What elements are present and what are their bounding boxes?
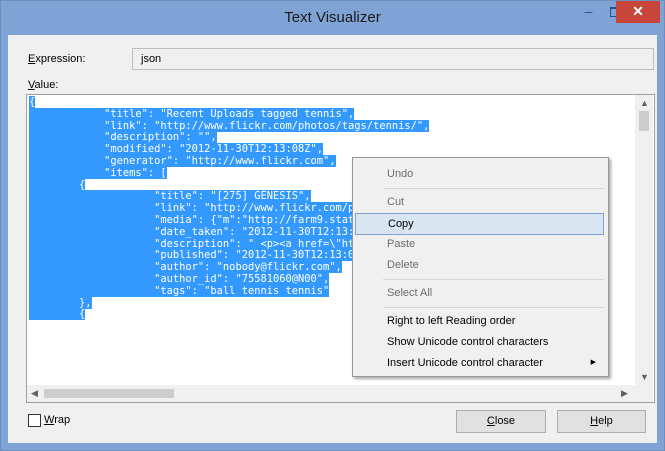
wrap-label[interactable]: Wrap <box>44 414 70 426</box>
code-line: "title": "Recent Uploads tagged tennis", <box>29 107 355 120</box>
submenu-arrow-icon: ▶ <box>590 359 596 366</box>
code-line: "tags": "ball tennis tennis" <box>29 284 330 297</box>
horizontal-scroll-thumb[interactable] <box>44 389 174 398</box>
close-icon: ✕ <box>632 3 644 19</box>
minimize-button[interactable]: – <box>575 1 602 23</box>
code-line: "link": "http://www.flickr.com/photos/ta… <box>29 119 430 132</box>
code-line: "generator": "http://www.flickr.com", <box>29 154 336 167</box>
code-line: "published": "2012-11-30T12:13:08Z", <box>29 249 380 262</box>
expression-field[interactable]: json <box>132 48 654 70</box>
menu-item-copy[interactable]: Copy <box>355 213 604 235</box>
menu-item-undo[interactable]: Undo <box>355 164 604 184</box>
vertical-scroll-thumb[interactable] <box>639 111 649 131</box>
code-line: "title": "[275] GÉNESIS", <box>29 190 311 203</box>
menu-item-paste[interactable]: Paste <box>355 234 604 254</box>
scrollbar-corner <box>635 385 653 402</box>
code-line: { <box>29 308 86 321</box>
code-line: "modified": "2012-11-30T12:13:08Z", <box>29 143 324 156</box>
menu-item-cut[interactable]: Cut <box>355 192 604 212</box>
close-window-button[interactable]: ✕ <box>616 1 660 23</box>
code-line: "description": "", <box>29 131 217 144</box>
code-line: { <box>29 178 86 191</box>
minimize-icon: – <box>584 3 593 19</box>
scroll-down-icon[interactable]: ▼ <box>640 372 649 382</box>
expression-label: Expression: <box>28 53 86 65</box>
code-line: "items": [ <box>29 166 167 179</box>
menu-item-rtl-reading-order[interactable]: Right to left Reading order <box>355 311 604 331</box>
window-title: Text Visualizer <box>284 9 381 26</box>
code-line: }, <box>29 296 92 309</box>
menu-item-show-unicode[interactable]: Show Unicode control characters <box>355 332 604 352</box>
horizontal-scrollbar[interactable]: ◀ ▶ <box>27 385 635 402</box>
title-bar[interactable]: Text Visualizer – ✕ <box>1 1 664 35</box>
menu-separator <box>383 279 604 280</box>
scroll-right-icon[interactable]: ▶ <box>621 388 628 399</box>
expression-value: json <box>141 53 162 65</box>
code-line: "author": "nobody@flickr.com", <box>29 261 342 274</box>
wrap-checkbox-box[interactable] <box>28 414 41 427</box>
scroll-up-icon[interactable]: ▲ <box>640 98 649 108</box>
menu-item-insert-unicode[interactable]: Insert Unicode control character ▶ <box>355 353 604 373</box>
help-button[interactable]: Help <box>557 410 646 433</box>
code-line: { <box>29 96 36 108</box>
menu-separator <box>383 188 604 189</box>
menu-separator <box>383 307 604 308</box>
vertical-scrollbar[interactable]: ▲ ▼ <box>635 95 653 385</box>
context-menu: Undo Cut Copy Paste Delete Select All Ri… <box>352 157 609 377</box>
close-button[interactable]: Close <box>456 410 546 433</box>
menu-item-select-all[interactable]: Select All <box>355 283 604 303</box>
value-label: Value: <box>28 79 59 91</box>
code-line: "author_id": "75581060@N00", <box>29 272 330 285</box>
menu-item-delete[interactable]: Delete <box>355 255 604 275</box>
scroll-left-icon[interactable]: ◀ <box>31 388 38 399</box>
code-line: "date_taken": "2012-11-30T12:13:08Z", <box>29 225 386 238</box>
